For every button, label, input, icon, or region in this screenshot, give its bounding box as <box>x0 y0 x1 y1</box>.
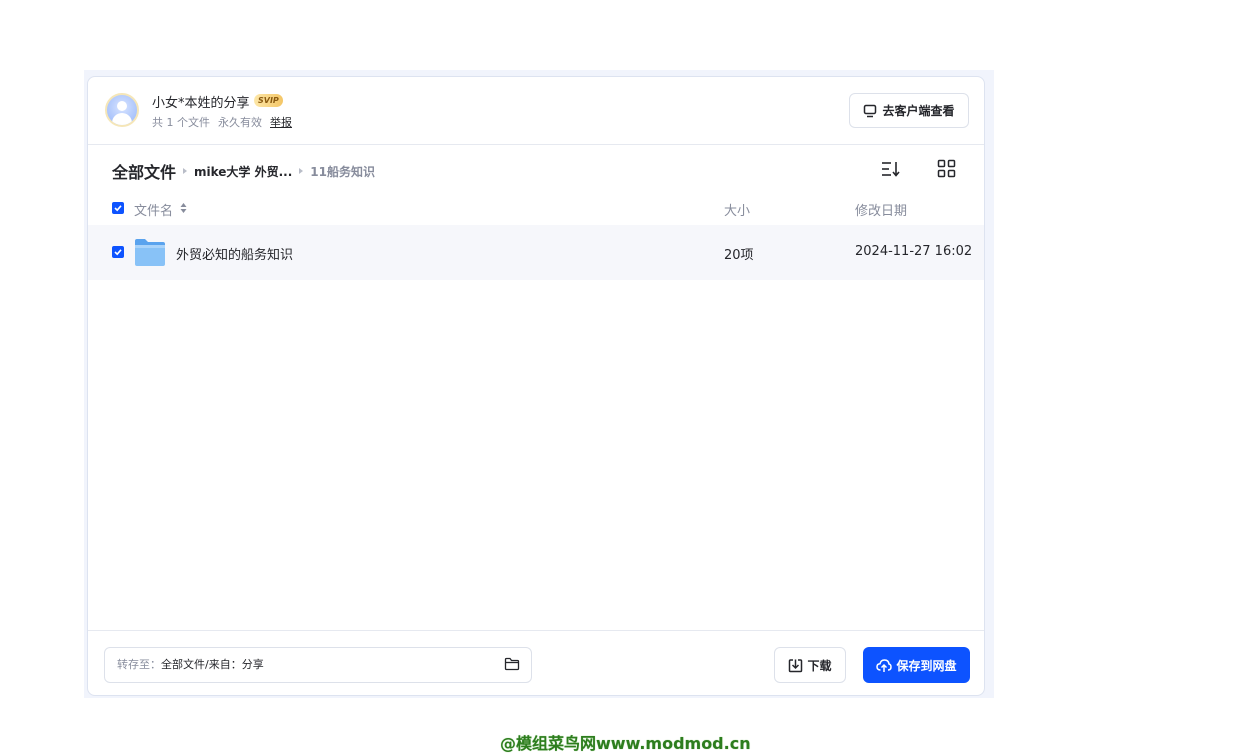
select-all-checkbox[interactable] <box>112 202 124 214</box>
avatar[interactable] <box>105 93 139 127</box>
svip-badge: SVIP <box>254 94 283 107</box>
save-destination-label: 转存至： <box>117 658 161 671</box>
column-header-date: 修改日期 <box>855 204 908 219</box>
save-destination-field[interactable]: 转存至：全部文件/来自：分享 <box>104 647 532 683</box>
table-header: 文件名 大小 修改日期 <box>88 195 984 223</box>
share-owner-title: 小女*本姓的分享 <box>152 96 250 111</box>
download-button[interactable]: 下载 <box>774 647 846 683</box>
file-modified-date: 2024-11-27 16:02 <box>855 244 973 259</box>
file-name[interactable]: 外贸必知的船务知识 <box>176 244 293 263</box>
save-destination-value: 全部文件/来自：分享 <box>161 658 264 671</box>
column-header-name[interactable]: 文件名 <box>134 200 173 219</box>
open-in-client-button[interactable]: 去客户端查看 <box>849 93 969 128</box>
download-label: 下载 <box>807 658 832 673</box>
folder-icon <box>135 239 165 266</box>
check-icon <box>114 205 122 212</box>
share-panel: 小女*本姓的分享 SVIP 共 1 个文件 永久有效 举报 去客户端查看 全部文件 … <box>87 76 985 696</box>
breadcrumb-root[interactable]: 全部文件 <box>112 159 176 183</box>
cloud-upload-icon <box>876 658 893 672</box>
share-meta: 共 1 个文件 永久有效 举报 <box>152 114 300 130</box>
grid-view-icon[interactable] <box>936 159 958 179</box>
monitor-icon <box>864 104 877 117</box>
save-to-cloud-button[interactable]: 保存到网盘 <box>863 647 970 683</box>
breadcrumb-middle[interactable]: mike大学 外贸... <box>194 163 292 180</box>
sort-icon[interactable] <box>880 159 902 179</box>
file-size: 20项 <box>724 248 754 263</box>
open-in-client-label: 去客户端查看 <box>882 104 955 118</box>
breadcrumb-separator-icon <box>183 168 188 174</box>
download-icon <box>789 658 803 672</box>
folder-outline-icon[interactable] <box>504 657 520 671</box>
column-header-size: 大小 <box>724 204 751 219</box>
report-link[interactable]: 举报 <box>270 116 292 129</box>
check-icon <box>114 249 122 256</box>
breadcrumb: 全部文件 mike大学 外贸... 11船务知识 <box>112 159 375 183</box>
action-footer: 转存至：全部文件/来自：分享 下载 保存到网盘 <box>88 630 984 695</box>
save-to-cloud-label: 保存到网盘 <box>896 658 957 673</box>
avatar-body-shape <box>112 113 132 125</box>
validity: 永久有效 <box>218 116 262 129</box>
file-count: 共 1 个文件 <box>152 116 210 129</box>
breadcrumb-current: 11船务知识 <box>310 164 375 179</box>
share-header: 小女*本姓的分享 SVIP 共 1 个文件 永久有效 举报 去客户端查看 <box>88 77 984 145</box>
breadcrumb-separator-icon <box>299 168 304 174</box>
sort-caret-icon[interactable] <box>180 202 187 214</box>
avatar-head-shape <box>117 101 127 111</box>
table-row[interactable]: 外贸必知的船务知识 20项 2024-11-27 16:02 <box>88 225 984 280</box>
watermark-text: @模组菜鸟网www.modmod.cn <box>500 734 751 753</box>
row-checkbox[interactable] <box>112 246 124 258</box>
